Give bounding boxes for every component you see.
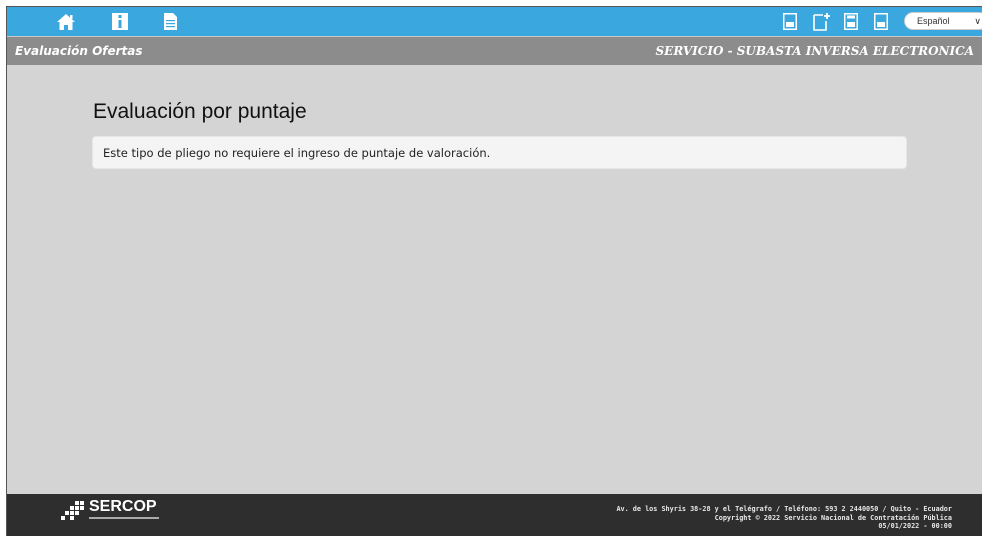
app-window: Español ∨ Evaluación Ofertas SERVICIO - … xyxy=(6,6,982,536)
home-icon[interactable] xyxy=(55,12,77,31)
logo-text: SERCOP xyxy=(89,498,157,515)
info-icon[interactable] xyxy=(111,12,129,31)
info-message-box: Este tipo de pliego no requiere el ingre… xyxy=(92,136,907,169)
section-title: Evaluación Ofertas xyxy=(15,44,143,58)
language-selected: Español xyxy=(917,16,950,26)
pdf-icon[interactable] xyxy=(782,12,798,31)
save-icon[interactable] xyxy=(843,12,859,31)
document-icon[interactable] xyxy=(162,12,178,31)
logo-tagline xyxy=(89,517,159,519)
footer: SERCOP Av. de los Shyris 38-28 y el Telé… xyxy=(7,494,982,536)
language-select[interactable]: Español ∨ xyxy=(904,12,982,30)
section-header: Evaluación Ofertas SERVICIO - SUBASTA IN… xyxy=(7,36,982,65)
service-title: SERVICIO - SUBASTA INVERSA ELECTRONICA xyxy=(655,44,975,58)
page-title: Evaluación por puntaje xyxy=(93,100,307,123)
sercop-logo: SERCOP xyxy=(61,498,171,525)
footer-address: Av. de los Shyris 38-28 y el Telégrafo /… xyxy=(616,505,952,513)
pdf-icon[interactable] xyxy=(873,12,889,31)
footer-date: 05/01/2022 - 00:00 xyxy=(878,522,952,530)
top-toolbar: Español ∨ xyxy=(7,7,982,36)
footer-copyright: Copyright © 2022 Servicio Nacional de Co… xyxy=(714,513,952,522)
footer-info: Av. de los Shyris 38-28 y el Telégrafo /… xyxy=(616,505,952,531)
chevron-down-icon: ∨ xyxy=(974,16,981,26)
new-document-icon[interactable] xyxy=(812,12,832,31)
info-message: Este tipo de pliego no requiere el ingre… xyxy=(103,146,491,160)
